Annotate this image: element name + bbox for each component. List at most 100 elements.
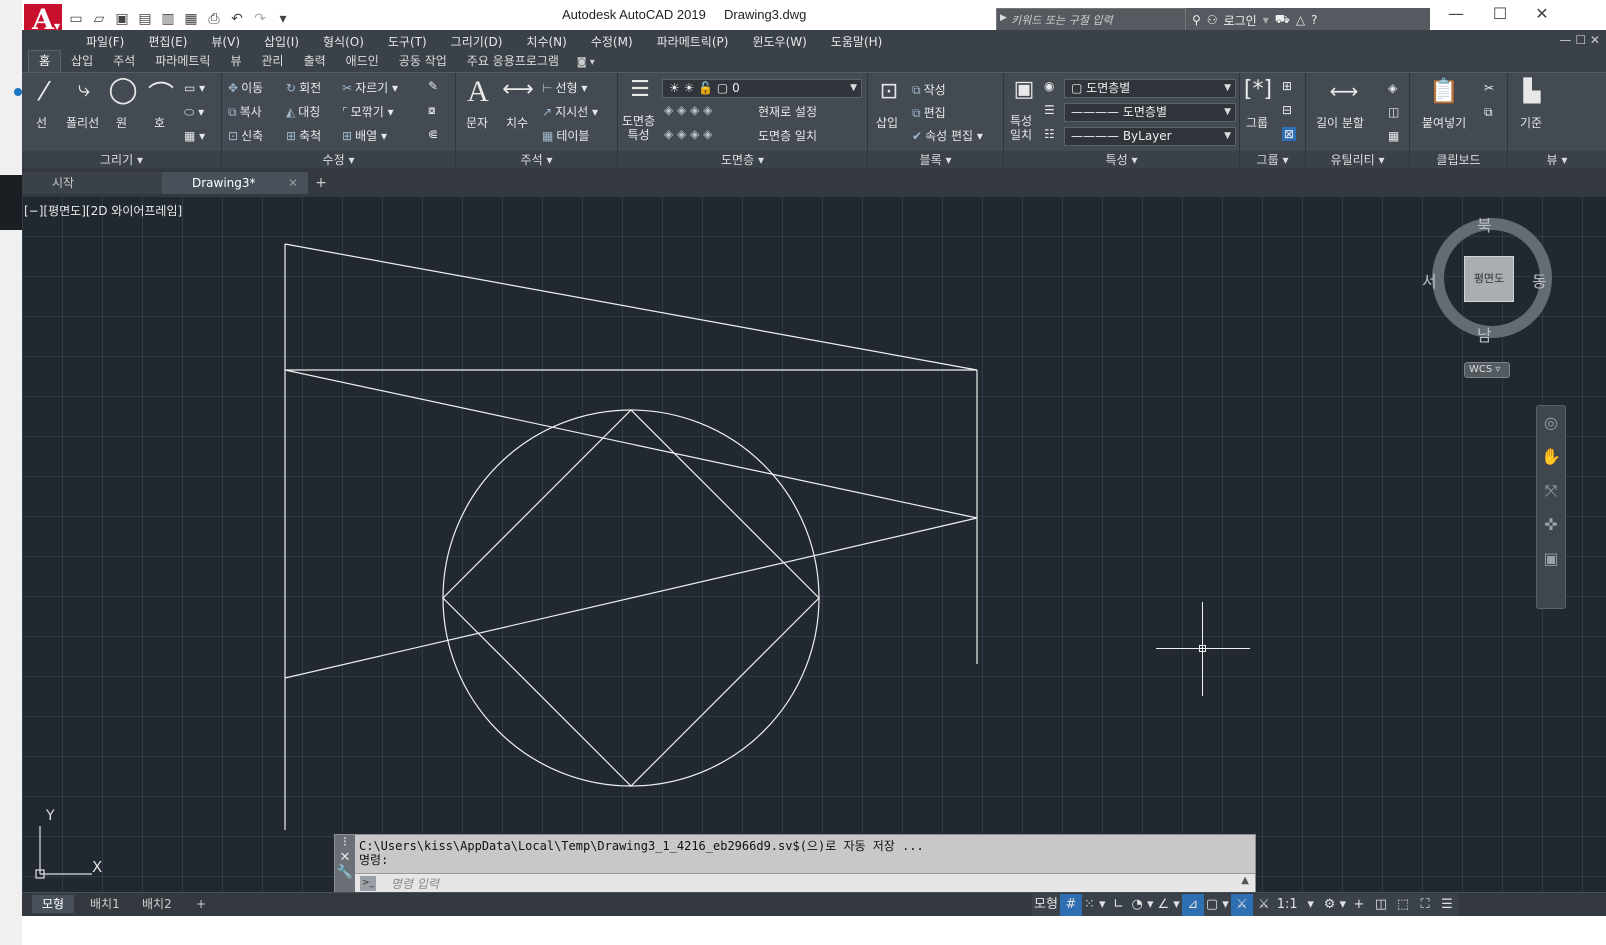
- move-button[interactable]: ✥ 이동: [228, 79, 263, 96]
- linear-dim-button[interactable]: ⊢ 선형 ▾: [542, 79, 587, 96]
- line-button[interactable]: 선: [36, 114, 47, 131]
- tab-parametric[interactable]: 파라메트릭: [145, 51, 220, 72]
- menu-window[interactable]: 윈도우(W): [740, 33, 818, 50]
- snap-icon[interactable]: ⁙ ▾: [1082, 894, 1108, 916]
- minimize-icon[interactable]: —: [1436, 4, 1476, 23]
- insert-block-button[interactable]: 삽입: [876, 114, 898, 131]
- menu-insert[interactable]: 삽입(I): [252, 33, 311, 50]
- compass-south[interactable]: 남: [1477, 322, 1492, 346]
- binoculars-icon[interactable]: ⚲: [1192, 13, 1201, 27]
- explode-icon[interactable]: ⧇: [428, 103, 436, 118]
- select-all-icon[interactable]: ◫: [1388, 105, 1399, 119]
- text-button[interactable]: 문자: [466, 114, 488, 131]
- match-layer-button[interactable]: 도면층 일치: [758, 127, 817, 144]
- save-as-icon[interactable]: ▤: [135, 10, 155, 28]
- edit-attributes-button[interactable]: ✔ 속성 편집 ▾: [912, 127, 983, 144]
- ellipse-icon[interactable]: ⬭ ▾: [184, 105, 204, 120]
- group-edit-icon[interactable]: ⊟: [1282, 103, 1292, 117]
- arc-button[interactable]: 호: [154, 114, 165, 131]
- steering-wheel-icon[interactable]: ◎: [1537, 406, 1565, 440]
- panel-title-groups[interactable]: 그룹 ▾: [1240, 151, 1305, 169]
- plot-icon[interactable]: ▦: [181, 10, 201, 28]
- annotation-monitor-icon[interactable]: +: [1348, 894, 1370, 916]
- menu-view[interactable]: 뷰(V): [199, 33, 252, 50]
- ortho-icon[interactable]: ∟: [1107, 894, 1129, 916]
- leader-button[interactable]: ↗ 지시선 ▾: [542, 103, 598, 120]
- drawing-viewport[interactable]: [−][평면도][2D 와이어프레임] 평면도 북 남 동 서 WCS ▿ ◎ …: [22, 196, 1606, 892]
- chevron-down-icon[interactable]: ▾: [1300, 894, 1322, 916]
- cart-icon[interactable]: ⛟: [1275, 12, 1290, 28]
- clean-screen-icon[interactable]: ⛶: [1414, 894, 1436, 916]
- orbit-icon[interactable]: ✜: [1537, 508, 1565, 542]
- menu-modify[interactable]: 수정(M): [579, 33, 645, 50]
- object-snap-icon[interactable]: ▢ ▾: [1204, 894, 1231, 916]
- search-input[interactable]: [1011, 11, 1181, 29]
- panel-title-properties[interactable]: 특성 ▾: [1004, 151, 1239, 169]
- panel-title-draw[interactable]: 그리기 ▾: [22, 151, 221, 169]
- fillet-button[interactable]: ⌜ 모깎기 ▾: [342, 103, 394, 120]
- layer-properties-button[interactable]: 도면층 특성: [622, 114, 655, 142]
- mirror-button[interactable]: ◭ 대칭: [286, 103, 320, 120]
- help-icon[interactable]: ?: [1311, 13, 1317, 27]
- color-dropdown[interactable]: ▢ 도면층별 ▼: [1064, 79, 1236, 98]
- panel-title-block[interactable]: 블록 ▾: [868, 151, 1003, 169]
- copy-clip-icon[interactable]: ⧉: [1484, 105, 1493, 120]
- layer-tools-row1[interactable]: ◈ ◈ ◈ ◈: [664, 103, 712, 117]
- print-icon[interactable]: ⎙: [204, 10, 224, 28]
- hatch-icon[interactable]: ▦ ▾: [184, 129, 205, 143]
- array-button[interactable]: ⊞ 배열 ▾: [342, 127, 387, 144]
- menu-dimension[interactable]: 치수(N): [514, 33, 578, 50]
- close-icon[interactable]: ✕: [1522, 4, 1562, 23]
- stretch-button[interactable]: ⊡ 신축: [228, 127, 263, 144]
- grid-icon[interactable]: #: [1059, 894, 1082, 916]
- table-button[interactable]: ▦ 테이블: [542, 127, 589, 144]
- linetype-icon[interactable]: ☷: [1044, 127, 1055, 141]
- tab-addins[interactable]: 애드인: [336, 51, 389, 72]
- panel-title-annotation[interactable]: 주석 ▾: [456, 151, 617, 169]
- viewcube-top-face[interactable]: 평면도: [1464, 256, 1514, 302]
- new-tab-icon[interactable]: +: [312, 176, 330, 192]
- search-expand-icon[interactable]: ▶: [1000, 13, 1007, 23]
- maximize-icon[interactable]: ☐: [1480, 4, 1520, 23]
- cut-icon[interactable]: ✂: [1484, 81, 1494, 95]
- ribbon-options-icon[interactable]: ◙ ▾: [569, 57, 603, 72]
- color-wheel-icon[interactable]: ◉: [1044, 79, 1054, 93]
- compass-east[interactable]: 동: [1532, 268, 1547, 292]
- edit-block-button[interactable]: ⧉ 편집: [912, 104, 946, 121]
- isolate-objects-icon[interactable]: ⬚: [1392, 894, 1414, 916]
- qat-customize-icon[interactable]: ▾: [273, 10, 293, 28]
- model-space-button[interactable]: 모형: [1032, 894, 1060, 916]
- create-block-button[interactable]: ⧉ 작성: [912, 81, 946, 98]
- menu-file[interactable]: 파일(F): [74, 33, 136, 50]
- tab-featured-apps[interactable]: 주요 응용프로그램: [457, 51, 569, 72]
- redo-icon[interactable]: ↷: [250, 10, 270, 28]
- measure-button[interactable]: 길이 분할: [1316, 114, 1364, 131]
- chevron-up-icon[interactable]: ▲: [1241, 875, 1249, 886]
- tab-layout2[interactable]: 배치2: [132, 895, 182, 913]
- tab-view[interactable]: 뷰: [220, 51, 251, 72]
- menu-format[interactable]: 형식(O): [311, 33, 376, 50]
- group-button[interactable]: 그룹: [1246, 114, 1268, 131]
- annotation-scale[interactable]: 1:1: [1275, 894, 1300, 916]
- a360-icon[interactable]: △: [1296, 13, 1305, 27]
- undo-icon[interactable]: ↶: [227, 10, 247, 28]
- chevron-down-icon[interactable]: ▾: [1263, 13, 1269, 27]
- menu-parametric[interactable]: 파라메트릭(P): [645, 33, 741, 50]
- tab-start[interactable]: 시작: [22, 172, 162, 194]
- tab-insert[interactable]: 삽입: [61, 51, 103, 72]
- polyline-button[interactable]: 폴리선: [66, 114, 99, 131]
- match-properties-button[interactable]: 특성 일치: [1010, 114, 1032, 142]
- open-folder-icon[interactable]: ▱: [89, 10, 109, 28]
- panel-title-layers[interactable]: 도면층 ▾: [618, 151, 867, 169]
- menu-draw[interactable]: 그리기(D): [439, 33, 515, 50]
- annotation-visibility-icon[interactable]: ⚔: [1230, 894, 1253, 916]
- tab-drawing3[interactable]: Drawing3* ✕: [162, 172, 308, 194]
- tab-collaborate[interactable]: 공동 작업: [389, 51, 457, 72]
- tab-manage[interactable]: 관리: [251, 51, 293, 72]
- erase-icon[interactable]: ✎: [428, 79, 438, 93]
- tab-layout1[interactable]: 배치1: [80, 895, 130, 913]
- osnap-tracking-icon[interactable]: ∠ ▾: [1156, 894, 1182, 916]
- panel-title-view[interactable]: 뷰 ▾: [1508, 151, 1606, 169]
- trim-button[interactable]: ✂ 자르기 ▾: [342, 79, 398, 96]
- showmotion-icon[interactable]: ▣: [1537, 542, 1565, 576]
